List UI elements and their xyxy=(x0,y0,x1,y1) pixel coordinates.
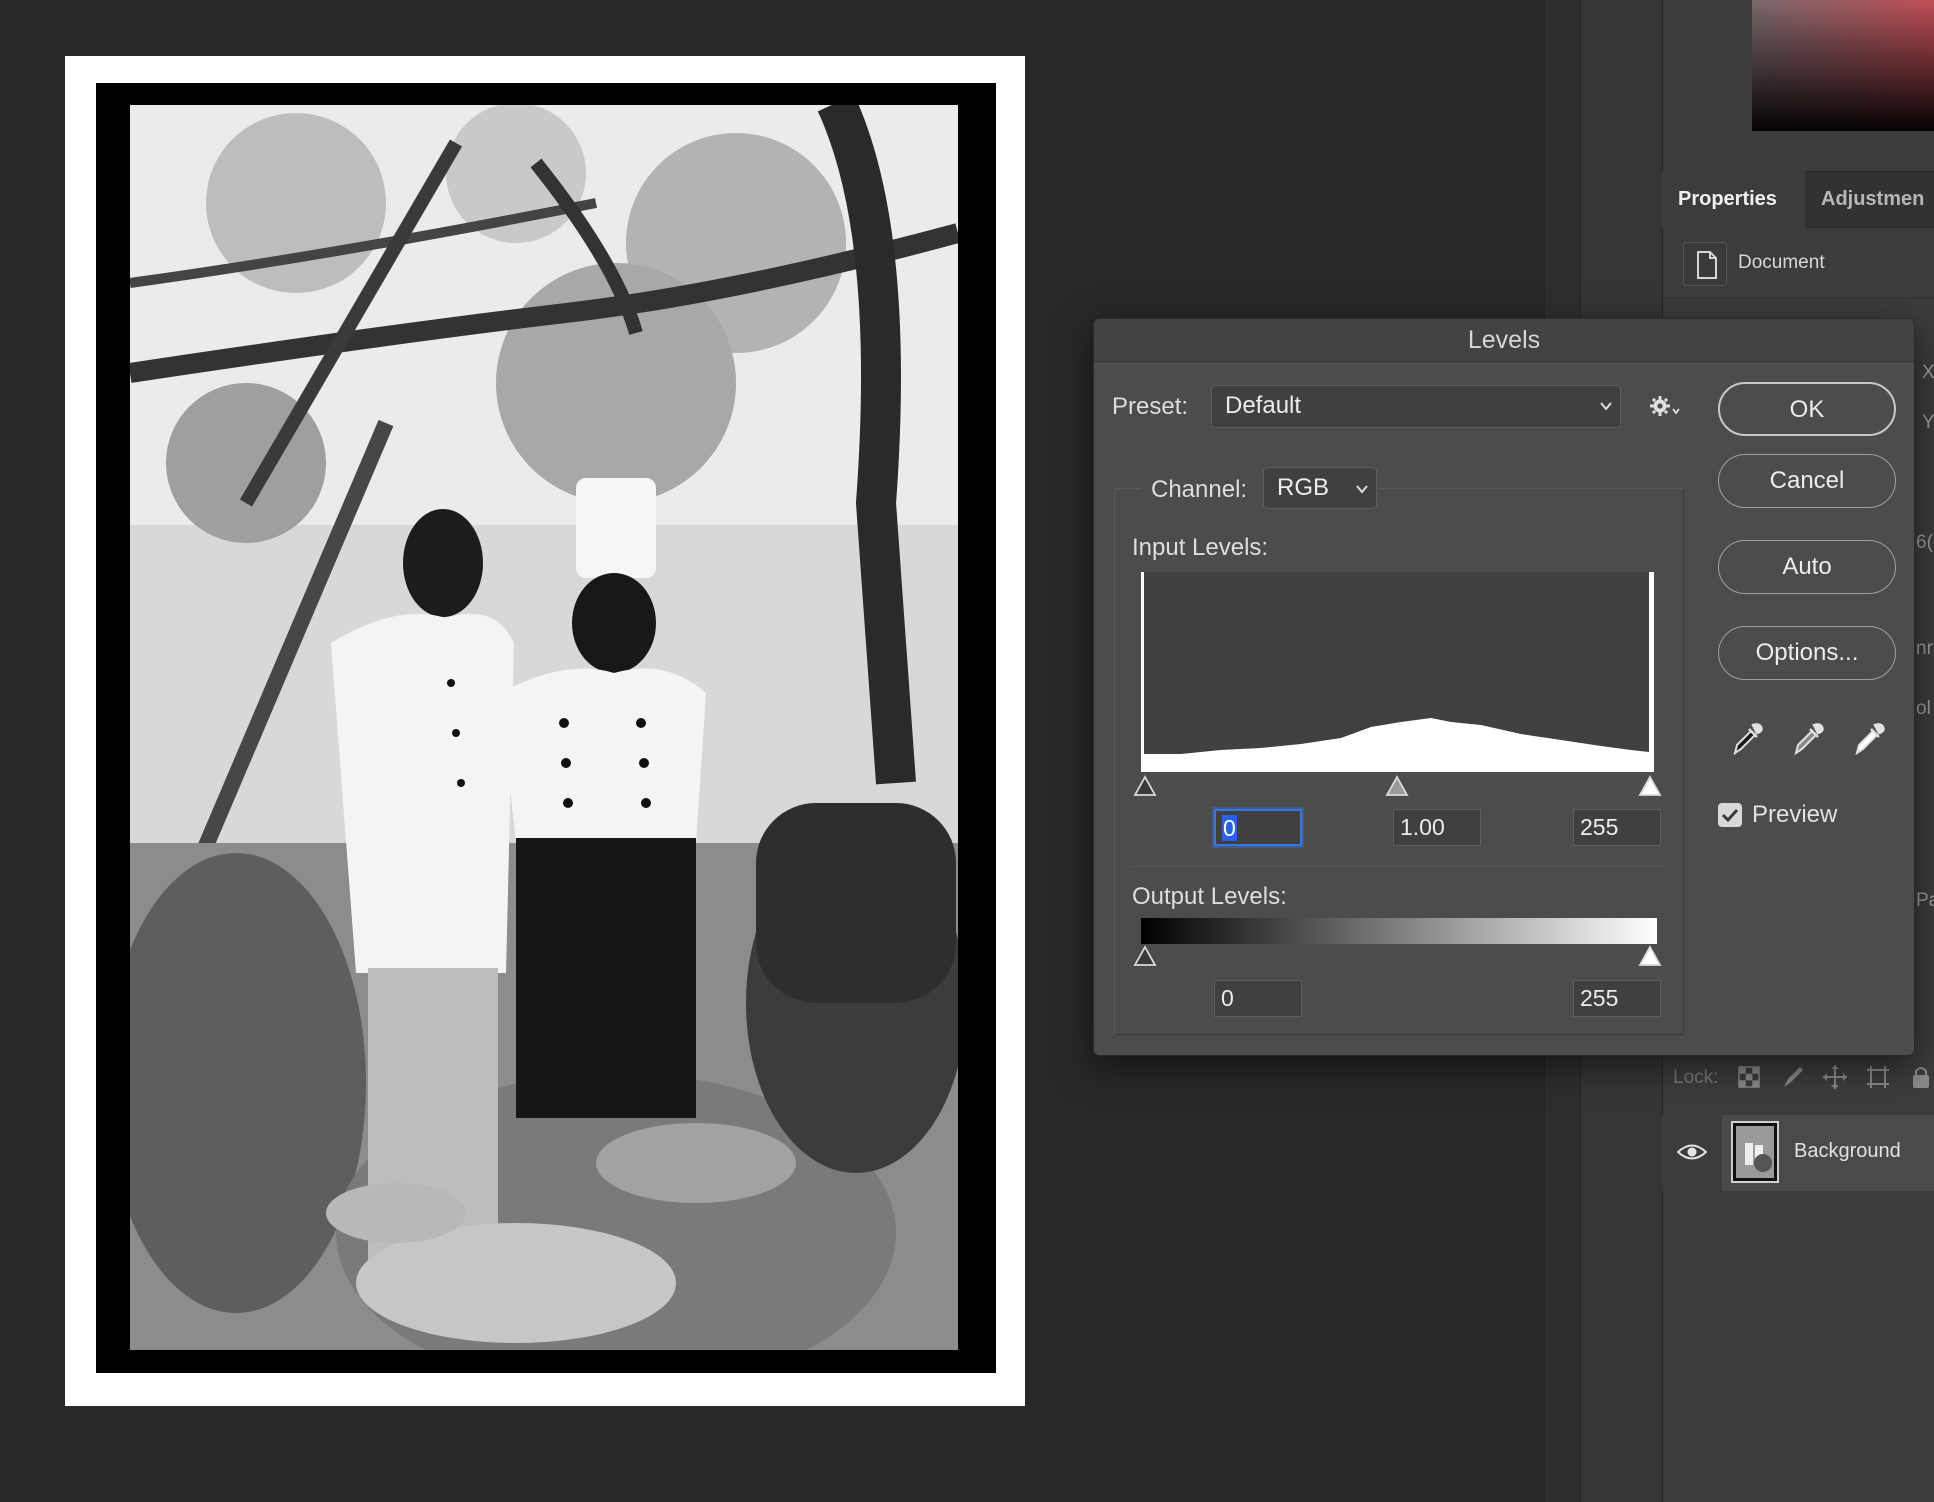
panel-edge-text: X xyxy=(1922,362,1934,383)
lock-label: Lock: xyxy=(1673,1067,1719,1088)
preset-value[interactable]: Default xyxy=(1225,392,1301,420)
input-black-value[interactable]: 0 xyxy=(1222,815,1237,841)
input-levels-label: Input Levels: xyxy=(1132,534,1269,561)
levels-histogram xyxy=(1141,572,1654,772)
color-picker-field[interactable] xyxy=(1752,0,1934,131)
ok-button[interactable]: OK xyxy=(1718,382,1896,436)
cancel-button[interactable]: Cancel xyxy=(1718,454,1896,508)
output-black-field[interactable]: 0 xyxy=(1214,980,1302,1017)
output-white-slider[interactable] xyxy=(1638,945,1662,967)
output-black-slider[interactable] xyxy=(1133,945,1157,967)
output-white-field[interactable]: 255 xyxy=(1573,980,1661,1017)
panel-edge-text: Y xyxy=(1922,412,1934,433)
levels-divider xyxy=(1132,866,1664,867)
input-black-slider[interactable] xyxy=(1133,775,1157,797)
chevron-down-icon[interactable] xyxy=(1598,398,1614,414)
photoshop-workspace: Properties Adjustmen Document X Y 6( nr … xyxy=(0,0,1934,1502)
gear-icon[interactable] xyxy=(1648,394,1682,420)
lock-position-icon[interactable] xyxy=(1821,1063,1849,1091)
document-icon xyxy=(1683,242,1727,286)
input-gamma-field[interactable]: 1.00 xyxy=(1393,809,1481,846)
input-white-field[interactable]: 255 xyxy=(1573,809,1661,846)
input-black-field[interactable]: 0 xyxy=(1214,809,1302,846)
layer-name: Background xyxy=(1794,1140,1901,1162)
layer-thumbnail[interactable] xyxy=(1731,1121,1779,1183)
preview-checkbox[interactable] xyxy=(1718,803,1742,827)
lock-image-pixels-icon[interactable] xyxy=(1778,1063,1806,1091)
preset-label: Preset: xyxy=(1112,393,1189,420)
gray-point-eyedropper-icon[interactable] xyxy=(1790,719,1826,757)
options-button[interactable]: Options... xyxy=(1718,626,1896,680)
panel-edge-text: 6( xyxy=(1916,532,1933,553)
white-point-eyedropper-icon[interactable] xyxy=(1851,719,1887,757)
preview-label[interactable]: Preview xyxy=(1752,801,1837,829)
tab-properties[interactable]: Properties xyxy=(1662,171,1805,228)
lock-artboard-icon[interactable] xyxy=(1864,1063,1892,1091)
visibility-eye-icon[interactable] xyxy=(1676,1140,1708,1164)
lock-all-icon[interactable] xyxy=(1907,1063,1934,1091)
output-levels-label: Output Levels: xyxy=(1132,883,1287,910)
panel-edge-text: ol xyxy=(1916,698,1931,719)
input-gamma-slider[interactable] xyxy=(1385,775,1409,797)
channel-label: Channel: xyxy=(1151,476,1248,503)
lock-transparent-pixels-icon[interactable] xyxy=(1735,1063,1763,1091)
panel-edge-text: nr xyxy=(1916,638,1933,659)
auto-button[interactable]: Auto xyxy=(1718,540,1896,594)
document-photo[interactable] xyxy=(96,83,996,1373)
tab-adjustments[interactable]: Adjustmen xyxy=(1805,171,1934,228)
channel-value[interactable]: RGB xyxy=(1277,474,1329,502)
output-gradient-bar xyxy=(1141,918,1657,944)
panel-edge-text: Pa xyxy=(1916,890,1934,911)
chevron-down-icon[interactable] xyxy=(1354,481,1370,497)
document-label: Document xyxy=(1738,252,1825,273)
panel-divider xyxy=(1662,298,1934,299)
input-white-slider[interactable] xyxy=(1638,775,1662,797)
dialog-title[interactable]: Levels xyxy=(1094,319,1914,362)
black-point-eyedropper-icon[interactable] xyxy=(1729,719,1765,757)
